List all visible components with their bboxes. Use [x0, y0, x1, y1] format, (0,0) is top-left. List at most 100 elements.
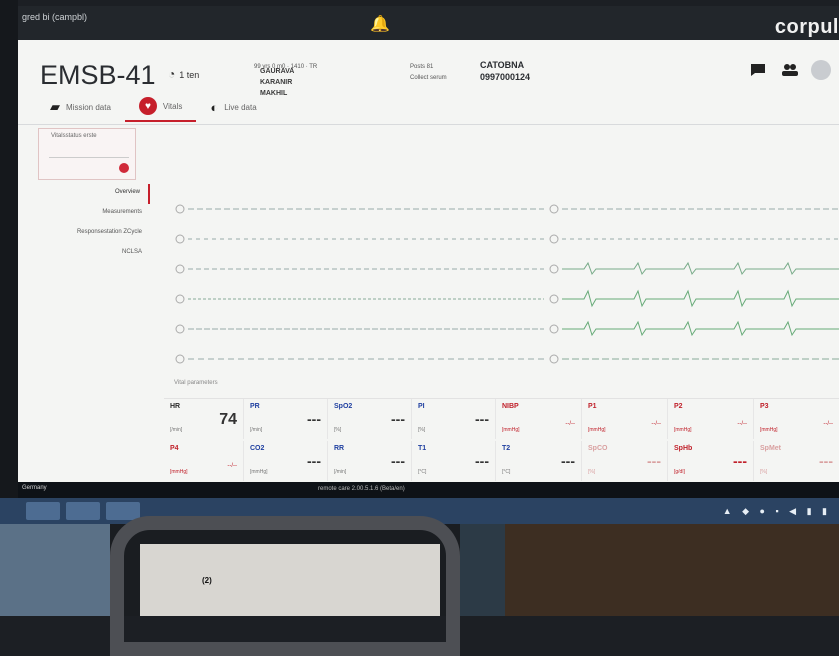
param-cell[interactable]: T1 [°C] ---: [412, 441, 496, 481]
param-cell[interactable]: T2 [°C] ---: [496, 441, 582, 481]
param-cell[interactable]: P2 [mmHg] --/--: [668, 399, 754, 439]
tab-live-data[interactable]: ◐ Live data: [196, 92, 270, 122]
tab-mission-data-label: Mission data: [66, 102, 111, 112]
live-icon: ◐: [210, 99, 219, 115]
param-cell[interactable]: RR [/min] ---: [328, 441, 412, 481]
sidebar-nav: Overview Measurements Responsestation ZC…: [77, 184, 150, 264]
waveform-row: [164, 344, 839, 374]
waveform-row: [164, 284, 839, 314]
param-value: ---: [819, 453, 833, 469]
param-name: CO2: [250, 445, 265, 452]
param-cell[interactable]: SpHb [g/dl] ---: [668, 441, 754, 481]
mission-labels: Posts 81 Collect serum: [410, 62, 447, 84]
params-row-1: HR [/min] 74 PR [/min] --- SpO2 [%] --- …: [164, 399, 839, 439]
param-value: --/--: [651, 421, 661, 427]
param-unit: [%]: [334, 427, 342, 433]
statusbar-version: remote care 2.00.5.1.6 (Beta/en): [318, 486, 405, 492]
param-unit: [/min]: [250, 427, 263, 433]
mission-value-2: 0997000124: [480, 72, 531, 82]
param-name: P3: [760, 403, 769, 410]
param-cell[interactable]: CO2 [mmHg] ---: [244, 441, 328, 481]
param-name: P4: [170, 445, 179, 452]
param-cell[interactable]: SpO2 [%] ---: [328, 399, 412, 439]
app-topbar: gred bi (campbl) 🔔 corpul: [18, 6, 839, 40]
param-cell[interactable]: P3 [mmHg] --/--: [754, 399, 839, 439]
window-title: gred bi (campbl): [22, 12, 88, 22]
clock-icon: ◔: [168, 67, 176, 81]
param-cell[interactable]: PR [/min] ---: [244, 399, 328, 439]
mini-trend-line: [49, 157, 129, 158]
param-name: HR: [170, 403, 181, 410]
glasses-label: (2): [202, 576, 212, 585]
param-unit: [/min]: [334, 469, 347, 475]
param-value: --/--: [227, 463, 237, 469]
desk-surface: [505, 524, 839, 616]
param-name: P2: [674, 403, 683, 410]
waveform-area: [164, 186, 839, 381]
param-unit: [mmHg]: [250, 469, 268, 475]
tab-vitals[interactable]: ♥ Vitals: [124, 92, 197, 122]
param-value: ---: [391, 453, 405, 469]
system-tray-icons[interactable]: ▲ ◆ ● ▪ ◀ ▮ ▮: [723, 506, 831, 517]
param-name: PR: [250, 403, 260, 410]
tab-bar: ▰ Mission data ♥ Vitals ◐ Live data: [18, 92, 271, 122]
param-value: ---: [647, 453, 661, 469]
param-value: ---: [307, 411, 321, 427]
param-value: ---: [391, 411, 405, 427]
param-value: --/--: [565, 421, 575, 427]
tab-live-data-label: Live data: [224, 102, 257, 112]
app-statusbar: Germany remote care 2.00.5.1.6 (Beta/en): [18, 482, 839, 498]
param-value: 74: [219, 411, 237, 428]
param-name: RR: [334, 445, 345, 452]
param-unit: [mmHg]: [760, 427, 778, 433]
param-name: T1: [418, 445, 427, 452]
header-actions: [747, 60, 831, 80]
vitals-status-card[interactable]: Vitalsstatus erste: [38, 128, 136, 180]
param-cell[interactable]: SpCO [%] ---: [582, 441, 668, 481]
taskbar-app-button[interactable]: [106, 502, 140, 520]
sidebar-item-overview[interactable]: Overview: [77, 184, 150, 204]
tab-mission-data[interactable]: ▰ Mission data: [18, 92, 125, 122]
taskbar-app-button[interactable]: [66, 502, 100, 520]
param-cell[interactable]: PI [%] ---: [412, 399, 496, 439]
sidebar: Vitalsstatus erste Overview Measurements…: [18, 124, 158, 498]
waveform-row: [164, 194, 839, 224]
taskbar-app-button[interactable]: [26, 502, 60, 520]
param-unit: [mmHg]: [502, 427, 520, 433]
param-cell[interactable]: SpMet [%] ---: [754, 441, 839, 481]
param-unit: [g/dl]: [674, 469, 685, 475]
param-cell[interactable]: P1 [mmHg] --/--: [582, 399, 668, 439]
param-cell[interactable]: HR [/min] 74: [164, 399, 244, 439]
photo-foreground: (2): [0, 516, 839, 656]
run-time: ◔ 1 ten: [168, 67, 199, 81]
param-name: SpCO: [588, 445, 608, 452]
param-value: ---: [475, 453, 489, 469]
param-cell[interactable]: NIBP [mmHg] --/--: [496, 399, 582, 439]
params-row-2: P4 [mmHg] --/-- CO2 [mmHg] --- RR [/min]…: [164, 441, 839, 481]
param-value: ---: [307, 453, 321, 469]
recording-info: Vital parameters: [174, 380, 218, 386]
param-value: --/--: [737, 421, 747, 427]
param-unit: [°C]: [418, 469, 427, 475]
waveform-row: [164, 314, 839, 344]
sidebar-item-nclsa[interactable]: NCLSA: [77, 244, 150, 264]
param-value: --/--: [823, 421, 833, 427]
mission-label-1: Posts 81: [410, 64, 434, 70]
glasses-frame: [110, 516, 460, 656]
param-name: PI: [418, 403, 425, 410]
alert-dot-icon: [119, 163, 129, 173]
foreground-object: [0, 524, 110, 616]
param-cell[interactable]: P4 [mmHg] --/--: [164, 441, 244, 481]
param-name: T2: [502, 445, 511, 452]
chat-icon[interactable]: [747, 60, 769, 80]
param-value: ---: [733, 453, 747, 469]
vitals-status-title: Vitalsstatus erste: [51, 133, 97, 139]
bell-icon[interactable]: 🔔: [370, 14, 390, 34]
device-id: EMSB-41: [40, 60, 156, 90]
settings-icon[interactable]: [811, 60, 831, 80]
sidebar-item-responsestation[interactable]: Responsestation ZCycle: [77, 224, 150, 244]
people-icon[interactable]: [779, 60, 801, 80]
foreground-object: [460, 524, 505, 616]
param-name: SpHb: [674, 445, 693, 452]
sidebar-item-measurements[interactable]: Measurements: [77, 204, 150, 224]
